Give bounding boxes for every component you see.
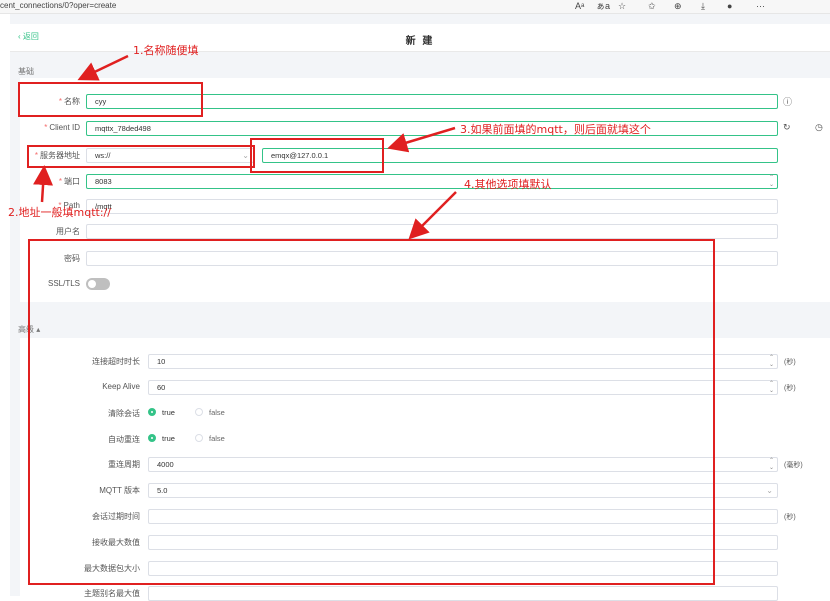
annotation-1: 1.名称随便填	[133, 44, 199, 57]
arrow-1	[77, 54, 129, 81]
annotation-2: 2.地址一般填mqtt://	[8, 206, 111, 219]
annotation-3: 3.如果前面填的mqtt，则后面就填这个	[460, 123, 651, 136]
arrow-2	[33, 165, 54, 203]
arrow-3	[387, 126, 456, 153]
arrow-4	[408, 191, 457, 240]
annotation-4: 4.其他选项填默认	[464, 178, 552, 191]
annotation-arrows	[33, 54, 457, 240]
